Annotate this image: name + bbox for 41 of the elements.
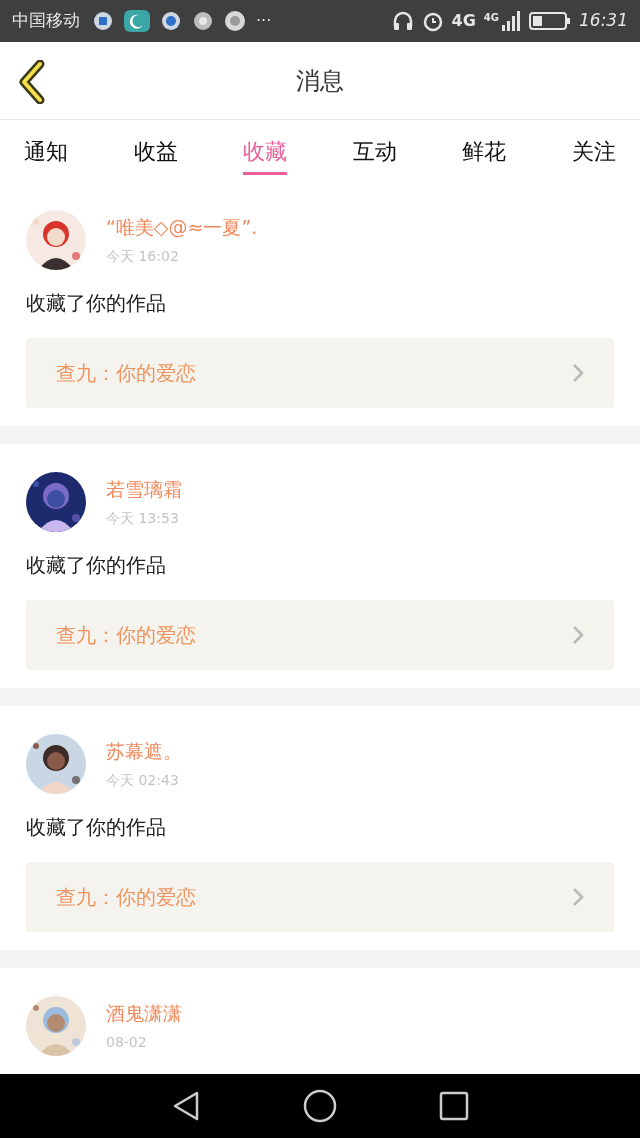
- message-text: 收藏了你的作品: [26, 814, 167, 841]
- user-name[interactable]: “唯美◇@≈一夏”.: [106, 213, 258, 242]
- app-notification-icon: [160, 10, 182, 32]
- message-time: 今天 02:43: [106, 770, 180, 790]
- tab[interactable]: 鲜花: [462, 127, 507, 175]
- work-link[interactable]: 查九：你的爱恋: [26, 600, 614, 670]
- work-link[interactable]: 查九：你的爱恋: [26, 338, 614, 408]
- signal-icon: [501, 10, 521, 32]
- work-link[interactable]: 查九：你的爱恋: [26, 862, 614, 932]
- network-type: 4G: [451, 10, 476, 32]
- user-name[interactable]: 酒鬼潇潇: [106, 999, 182, 1028]
- message-text: 收藏了你的作品: [26, 552, 167, 579]
- tab[interactable]: 通知: [24, 127, 68, 175]
- chevron-right-icon: [572, 363, 584, 383]
- clock-time: 16:31: [579, 9, 628, 33]
- message-time: 08-02: [106, 1032, 148, 1052]
- app-notification-icon: [192, 10, 214, 32]
- recent-apps-icon[interactable]: [439, 1091, 469, 1121]
- back-icon[interactable]: [171, 1090, 201, 1122]
- app-notification-icon: [224, 10, 246, 32]
- message-time: 今天 13:53: [106, 508, 180, 528]
- headphones-icon: [391, 10, 414, 32]
- page-title: 消息: [296, 65, 344, 97]
- chevron-right-icon: [572, 887, 584, 907]
- message-text: 收藏了你的作品: [26, 290, 167, 317]
- tab[interactable]: 关注: [571, 127, 616, 175]
- network-type: 4G: [483, 11, 499, 25]
- battery-icon: [529, 10, 571, 32]
- message-time: 今天 16:02: [106, 246, 180, 266]
- home-icon[interactable]: [303, 1089, 337, 1123]
- user-name[interactable]: 若雪璃霜: [106, 475, 182, 504]
- tab[interactable]: 收益: [133, 127, 178, 175]
- more-notifications: ···: [256, 10, 272, 32]
- tab[interactable]: 收藏: [243, 127, 288, 175]
- carrier-name: 中国移动: [12, 9, 80, 33]
- moon-icon: [124, 10, 150, 32]
- alarm-icon: [421, 10, 444, 32]
- chevron-right-icon: [572, 625, 584, 645]
- user-name[interactable]: 苏幕遮。: [106, 737, 182, 766]
- app-notification-icon: [92, 10, 114, 32]
- tab[interactable]: 互动: [352, 127, 397, 175]
